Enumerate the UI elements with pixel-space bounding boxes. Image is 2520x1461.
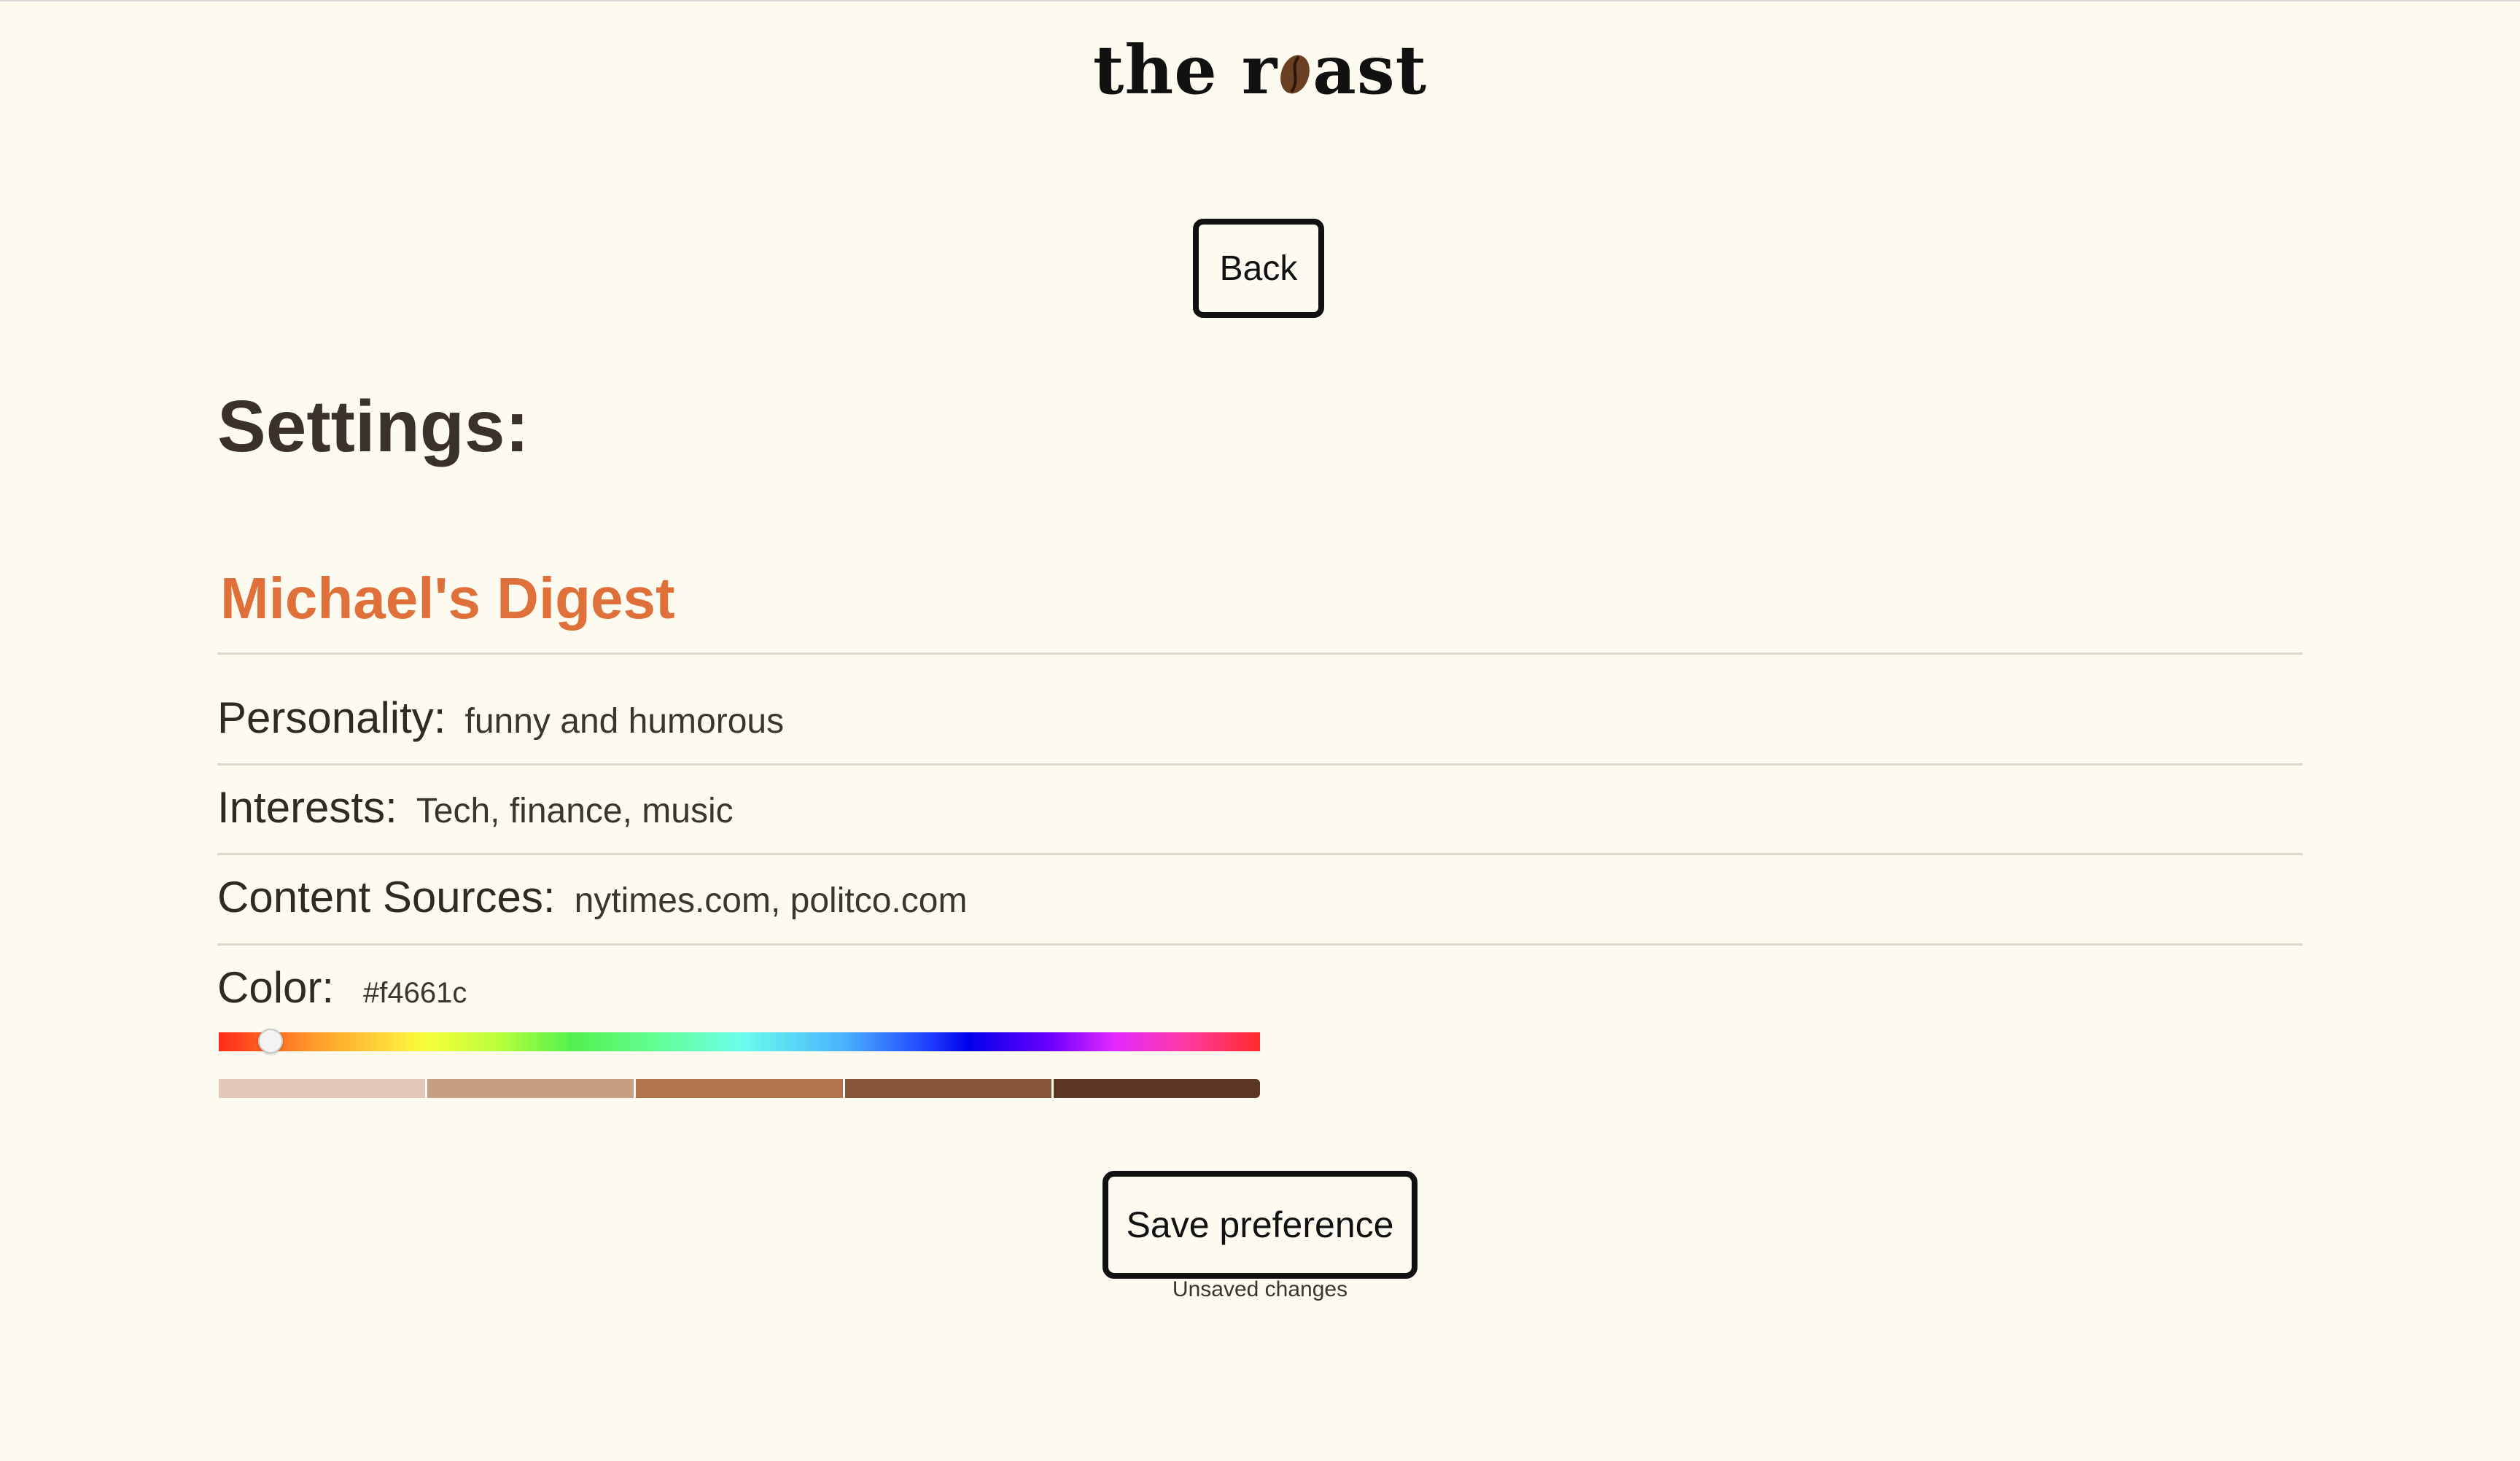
color-label: Color: (217, 963, 335, 1012)
back-button[interactable]: Back (1193, 219, 1324, 318)
digest-title: Michael's Digest (220, 566, 675, 631)
color-row: Color: #f4661c (217, 962, 467, 1013)
color-swatch-4[interactable] (844, 1079, 1051, 1098)
logo-text-left: the r (1092, 31, 1278, 109)
unsaved-changes-status: Unsaved changes (1172, 1277, 1348, 1301)
divider (217, 943, 2303, 946)
top-border (0, 0, 2520, 1)
content-sources-label: Content Sources: (217, 873, 556, 922)
color-hex-value: #f4661c (363, 977, 467, 1009)
personality-value[interactable]: funny and humorous (464, 701, 784, 741)
color-swatch-2[interactable] (427, 1079, 634, 1098)
coffee-bean-icon (1279, 52, 1311, 96)
save-preference-button[interactable]: Save preference (1102, 1171, 1418, 1279)
divider (217, 853, 2303, 855)
page-title: Settings: (217, 386, 529, 467)
color-swatches (219, 1079, 1261, 1098)
personality-label: Personality: (217, 693, 446, 742)
hue-slider[interactable] (219, 1032, 1260, 1051)
interests-label: Interests: (217, 783, 397, 832)
color-swatch-3[interactable] (636, 1079, 843, 1098)
content-sources-value[interactable]: nytimes.com, politco.com (575, 881, 968, 921)
divider (217, 763, 2303, 765)
content-sources-row: Content Sources: nytimes.com, politco.co… (217, 872, 967, 922)
app-logo[interactable]: the r ast (0, 26, 2520, 114)
divider (217, 652, 2303, 655)
color-swatch-5[interactable] (1053, 1079, 1261, 1098)
color-swatch-1[interactable] (219, 1079, 426, 1098)
personality-row: Personality: funny and humorous (217, 693, 784, 743)
logo-text-right: ast (1312, 31, 1428, 109)
interests-row: Interests: Tech, finance, music (217, 782, 734, 833)
interests-value[interactable]: Tech, finance, music (416, 791, 734, 831)
